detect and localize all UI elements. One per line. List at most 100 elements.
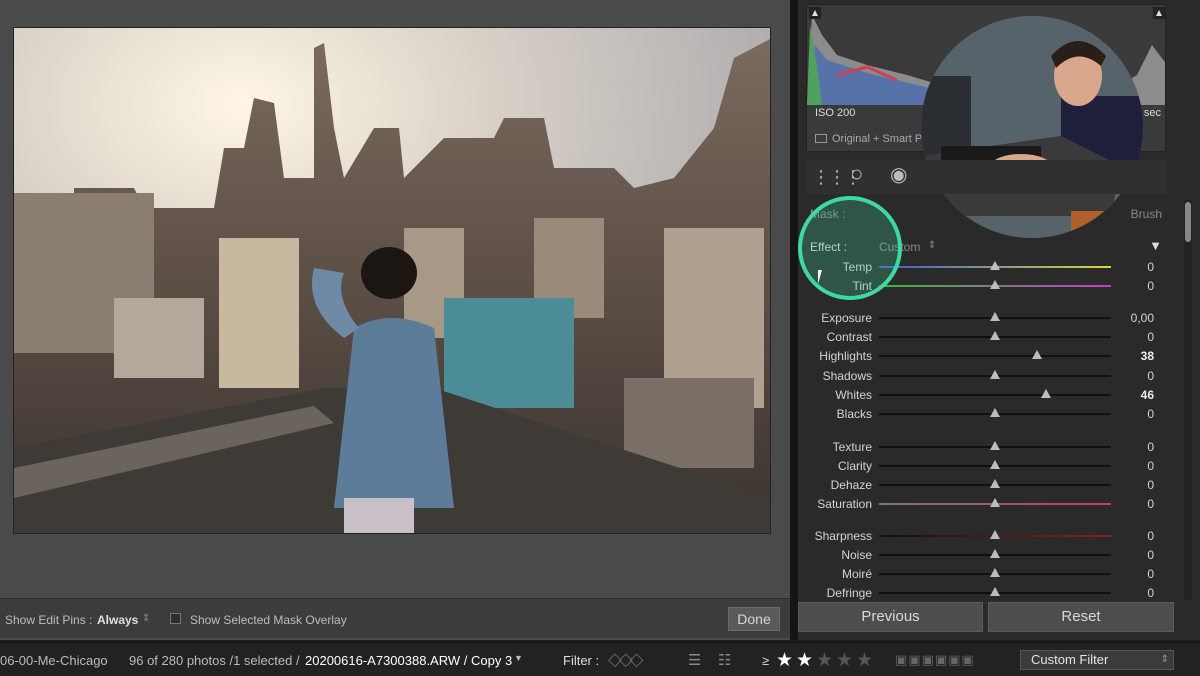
show-mask-overlay-label: Show Selected Mask Overlay	[190, 613, 347, 627]
adjustment-brush-icon[interactable]: ◉	[890, 165, 907, 185]
slider-value[interactable]: 0	[1147, 529, 1154, 543]
slider-knob[interactable]	[990, 331, 1000, 340]
reset-button[interactable]: Reset	[988, 602, 1174, 632]
slider-label: Sharpness	[814, 529, 872, 543]
cursor-arrow-icon	[818, 270, 822, 284]
show-edit-pins-label: Show Edit Pins :	[5, 613, 93, 627]
slider-track[interactable]	[879, 355, 1111, 357]
slider-value[interactable]: 46	[1141, 388, 1154, 402]
slider-value[interactable]: 0	[1147, 548, 1154, 562]
done-button[interactable]: Done	[728, 607, 780, 631]
slider-value[interactable]: 0	[1147, 369, 1154, 383]
slider-label: Highlights	[819, 349, 872, 363]
star-icon[interactable]: ★	[796, 649, 813, 672]
slider-value[interactable]: 0	[1147, 260, 1154, 274]
custom-filter-select[interactable]: Custom Filter ⇕	[1020, 650, 1174, 670]
mask-tools-bar: ⋮⋮⋮ ○ ◉	[806, 160, 1166, 194]
photo-image	[14, 28, 770, 533]
slider-clarity[interactable]: Clarity 0	[806, 457, 1166, 476]
slider-knob[interactable]	[990, 549, 1000, 558]
slider-value[interactable]: 0	[1147, 459, 1154, 473]
slider-value[interactable]: 0,00	[1131, 311, 1154, 325]
slider-value[interactable]: 38	[1141, 349, 1154, 363]
original-smart-preview[interactable]: Original + Smart P	[815, 133, 922, 145]
slider-knob[interactable]	[990, 587, 1000, 596]
slider-contrast[interactable]: Contrast 0	[806, 328, 1166, 347]
slider-knob[interactable]	[990, 280, 1000, 289]
slider-knob[interactable]	[990, 408, 1000, 417]
slider-blacks[interactable]: Blacks 0	[806, 405, 1166, 424]
slider-knob[interactable]	[990, 479, 1000, 488]
slider-value[interactable]: 0	[1147, 440, 1154, 454]
chevron-updown-icon: ⇕	[1160, 654, 1169, 665]
slider-label: Contrast	[826, 330, 872, 344]
star-icon[interactable]: ★	[776, 649, 793, 672]
slider-knob[interactable]	[1031, 350, 1042, 359]
slider-knob[interactable]	[990, 312, 1000, 321]
slider-label: Exposure	[821, 311, 872, 325]
unedited-filter-icon[interactable]: ☷	[718, 651, 731, 669]
slider-defringe[interactable]: Defringe 0	[806, 584, 1166, 603]
show-edit-pins-select[interactable]: Always	[97, 613, 138, 627]
slider-knob[interactable]	[990, 498, 1000, 507]
slider-sharpness[interactable]: Sharpness 0	[806, 527, 1166, 546]
slider-label: Noise	[841, 548, 872, 562]
slider-highlights[interactable]: Highlights 38	[806, 347, 1166, 366]
preview-icon	[815, 134, 827, 143]
slider-label: Clarity	[837, 459, 872, 473]
slider-value[interactable]: 0	[1147, 567, 1154, 581]
slider-label: Blacks	[836, 407, 872, 421]
previous-button[interactable]: Previous	[798, 602, 983, 632]
main-photo[interactable]	[13, 27, 771, 534]
edit-toolbar: Show Edit Pins : Always ⇕ Show Selected …	[0, 598, 790, 638]
scrollbar-thumb[interactable]	[1185, 202, 1191, 242]
slider-saturation[interactable]: Saturation 0	[806, 495, 1166, 514]
panel-buttons: Previous Reset	[798, 602, 1200, 632]
star-icon[interactable]: ★	[856, 649, 873, 672]
folder-name[interactable]: 06-00-Me-Chicago	[0, 653, 108, 668]
slider-label: Shadows	[822, 369, 872, 383]
slider-value[interactable]: 0	[1147, 586, 1154, 600]
brush-tab[interactable]: Brush	[1131, 207, 1162, 221]
develop-panel: ISO 200 sec Original + Smart P ⋮⋮⋮ ○ ◉ M…	[798, 0, 1200, 640]
star-icon[interactable]: ★	[836, 649, 853, 672]
slider-value[interactable]: 0	[1147, 279, 1154, 293]
filename[interactable]: 20200616-A7300388.ARW / Copy 3	[305, 653, 512, 668]
slider-value[interactable]: 0	[1147, 330, 1154, 344]
slider-track[interactable]	[879, 394, 1111, 396]
panel-scrollbar[interactable]	[1184, 200, 1192, 600]
color-label-filters[interactable]: ▣▣▣▣▣▣	[895, 652, 975, 668]
slider-whites[interactable]: Whites 46	[806, 386, 1166, 405]
collapse-triangle-icon[interactable]: ▼	[1149, 238, 1162, 253]
slider-knob[interactable]	[990, 441, 1000, 450]
slider-label: Saturation	[817, 497, 872, 511]
slider-knob[interactable]	[1041, 389, 1052, 398]
iso-readout: ISO 200	[815, 107, 856, 119]
slider-knob[interactable]	[990, 460, 1000, 469]
edited-filter-icon[interactable]: ☰	[688, 651, 701, 669]
slider-noise[interactable]: Noise 0	[806, 546, 1166, 565]
slider-shadows[interactable]: Shadows 0	[806, 367, 1166, 386]
rating-operator[interactable]: ≥	[762, 653, 769, 668]
filmstrip-bar: 06-00-Me-Chicago 96 of 280 photos /1 sel…	[0, 642, 1200, 676]
filter-label: Filter :	[563, 653, 600, 668]
slider-label: Dehaze	[830, 478, 872, 492]
slider-value[interactable]: 0	[1147, 478, 1154, 492]
mask-overlay-checkbox[interactable]	[170, 613, 181, 624]
slider-knob[interactable]	[990, 370, 1000, 379]
radial-filter-icon[interactable]: ○	[850, 163, 863, 185]
slider-value[interactable]: 0	[1147, 497, 1154, 511]
slider-knob[interactable]	[990, 530, 1000, 539]
slider-texture[interactable]: Texture 0	[806, 438, 1166, 457]
original-label: Original + Smart P	[832, 133, 923, 145]
star-icon[interactable]: ★	[816, 649, 833, 672]
slider-knob[interactable]	[990, 568, 1000, 577]
flag-filter-icons[interactable]: ◇◇◇	[608, 649, 643, 670]
slider-value[interactable]: 0	[1147, 407, 1154, 421]
slider-knob[interactable]	[990, 261, 1000, 270]
slider-label: Moiré	[841, 567, 872, 581]
filename-dropdown-icon[interactable]: ▼	[514, 653, 523, 663]
slider-moir[interactable]: Moiré 0	[806, 565, 1166, 584]
slider-exposure[interactable]: Exposure 0,00	[806, 309, 1166, 328]
slider-dehaze[interactable]: Dehaze 0	[806, 476, 1166, 495]
